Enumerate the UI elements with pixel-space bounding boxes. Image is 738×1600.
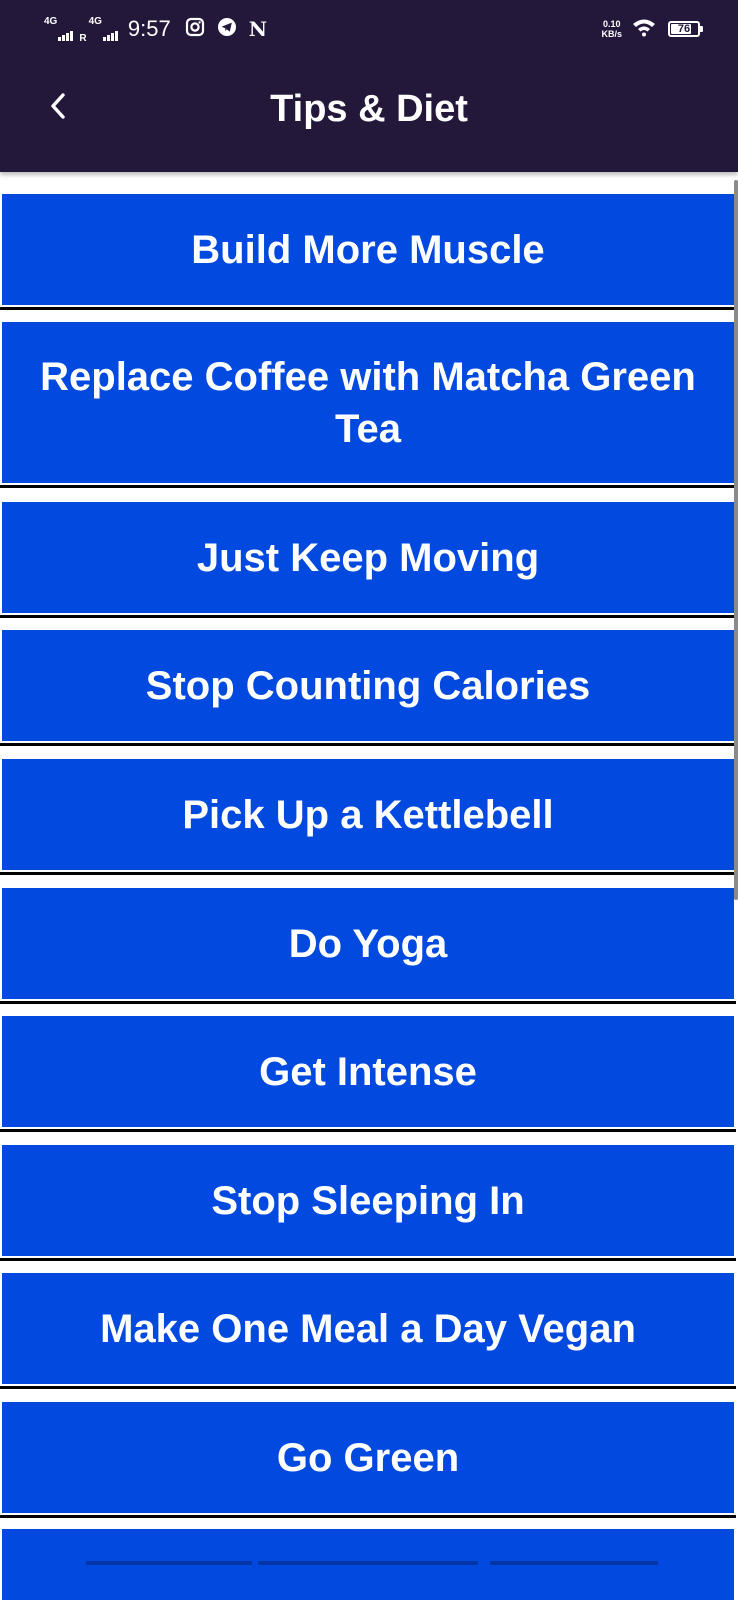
page-title: Tips & Diet bbox=[270, 88, 468, 130]
partial-text-hint bbox=[490, 1561, 658, 1565]
network-speed-value: 0.10 bbox=[602, 19, 621, 29]
tip-button-replace-coffee[interactable]: Replace Coffee with Matcha Green Tea bbox=[2, 322, 734, 483]
tip-button-get-intense[interactable]: Get Intense bbox=[2, 1016, 734, 1127]
telegram-icon bbox=[217, 17, 237, 42]
battery-level: 76 bbox=[677, 23, 691, 35]
tip-button-go-green[interactable]: Go Green bbox=[2, 1402, 734, 1513]
list-item: Do Yoga bbox=[0, 888, 738, 1007]
list-item: Stop Sleeping In bbox=[0, 1145, 738, 1264]
network-type-1: 4G bbox=[44, 16, 58, 27]
divider bbox=[0, 1386, 736, 1389]
n-notification-icon: N bbox=[248, 17, 268, 41]
signal-2: 4G bbox=[89, 17, 118, 41]
list-item: Just Keep Moving bbox=[0, 502, 738, 621]
tip-button-one-meal-vegan[interactable]: Make One Meal a Day Vegan bbox=[2, 1273, 734, 1384]
status-bar: 4G R 4G 9:57 N 0.10 KB/s 76 bbox=[0, 0, 738, 58]
partial-text-hint bbox=[258, 1561, 478, 1565]
app-bar: Tips & Diet bbox=[0, 58, 738, 172]
list-item: Build More Muscle bbox=[0, 194, 738, 313]
wifi-icon bbox=[632, 17, 656, 42]
list-item: Pick Up a Kettlebell bbox=[0, 759, 738, 878]
tip-button-just-keep-moving[interactable]: Just Keep Moving bbox=[2, 502, 734, 613]
signal-1: 4G bbox=[44, 16, 74, 41]
battery-icon: 76 bbox=[668, 21, 703, 37]
roaming-indicator: R bbox=[79, 33, 87, 44]
network-type-2: 4G bbox=[88, 16, 102, 27]
network-speed: 0.10 KB/s bbox=[601, 19, 622, 39]
list-item: Replace Coffee with Matcha Green Tea bbox=[0, 322, 738, 491]
battery-nub bbox=[700, 26, 703, 32]
status-left: 4G R 4G 9:57 N bbox=[44, 14, 279, 44]
tip-button-pick-up-kettlebell[interactable]: Pick Up a Kettlebell bbox=[2, 759, 734, 870]
divider bbox=[0, 872, 736, 875]
clock: 9:57 bbox=[127, 16, 171, 41]
tip-button-stop-counting-calories[interactable]: Stop Counting Calories bbox=[2, 630, 734, 741]
divider bbox=[0, 1258, 736, 1261]
list-item: Make One Meal a Day Vegan bbox=[0, 1273, 738, 1392]
tip-button-build-more-muscle[interactable]: Build More Muscle bbox=[2, 194, 734, 305]
divider bbox=[0, 615, 736, 618]
status-right: 0.10 KB/s 76 bbox=[601, 14, 703, 44]
list-item: Get Intense bbox=[0, 1016, 738, 1135]
list-item: Stop Counting Calories bbox=[0, 630, 738, 749]
signal-bars-1-icon bbox=[58, 29, 74, 41]
scrollbar[interactable] bbox=[734, 180, 738, 900]
signal-bars-2-icon bbox=[102, 29, 118, 41]
instagram-icon bbox=[185, 17, 205, 42]
divider bbox=[0, 1129, 736, 1132]
network-speed-unit: KB/s bbox=[601, 29, 622, 39]
tips-list[interactable]: Build More Muscle Replace Coffee with Ma… bbox=[0, 172, 738, 1600]
divider bbox=[0, 485, 736, 488]
divider bbox=[0, 307, 736, 310]
divider bbox=[0, 743, 736, 746]
tip-button-do-yoga[interactable]: Do Yoga bbox=[2, 888, 734, 999]
tip-button-stop-sleeping-in[interactable]: Stop Sleeping In bbox=[2, 1145, 734, 1256]
divider bbox=[0, 1515, 736, 1518]
partial-text-hint bbox=[86, 1561, 252, 1565]
list-item-partial[interactable] bbox=[2, 1529, 734, 1600]
list-item: Go Green bbox=[0, 1402, 738, 1521]
divider bbox=[0, 1001, 736, 1004]
